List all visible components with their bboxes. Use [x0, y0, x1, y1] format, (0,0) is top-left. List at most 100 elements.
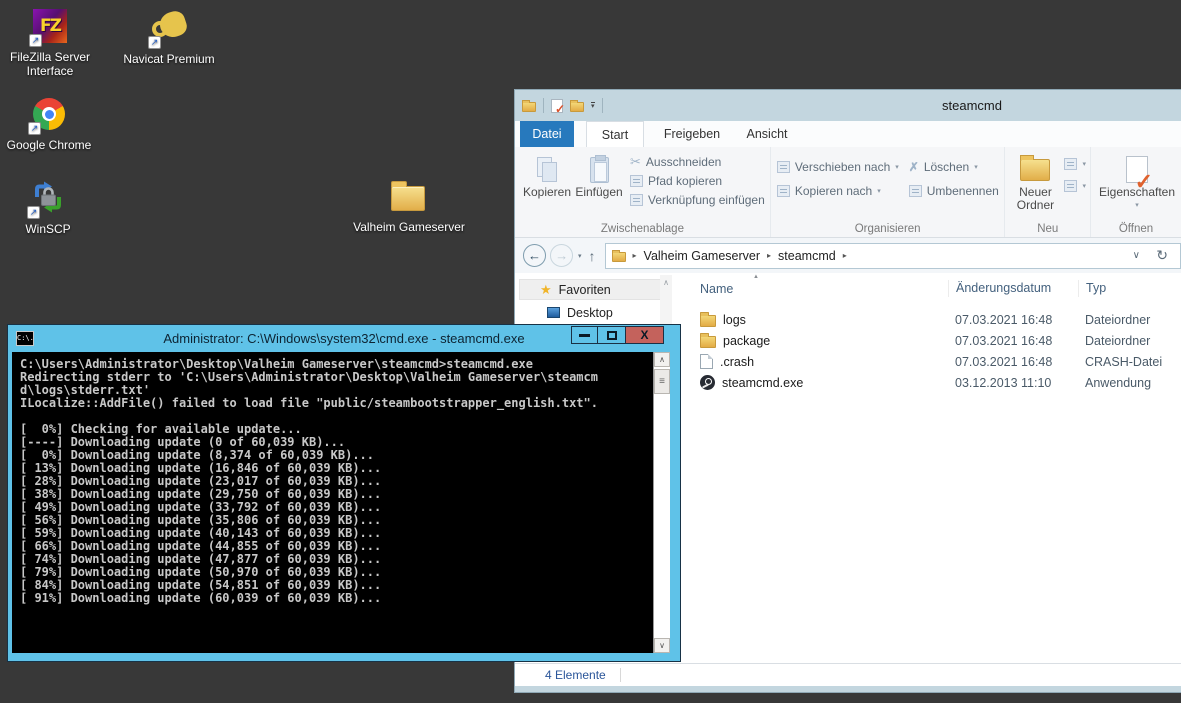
paste-shortcut-button[interactable]: Verknüpfung einfügen	[630, 192, 765, 208]
desktop-icon-chrome[interactable]: ↗ Google Chrome	[0, 96, 104, 152]
console: C:\Users\Administrator\Desktop\Valheim G…	[12, 352, 670, 653]
cut-button[interactable]: ✂ Ausschneiden	[630, 154, 765, 170]
file-list: ▲ Name Änderungsdatum Typ logs 07.03.202…	[673, 273, 1181, 663]
new-folder-icon[interactable]	[570, 102, 584, 112]
minimize-icon	[579, 334, 590, 337]
address-bar[interactable]: ▸ Valheim Gameserver ▸ steamcmd ▸ ∨ ↻	[605, 243, 1181, 269]
copy-to-button[interactable]: Kopieren nach ▾	[777, 183, 899, 199]
nav-item-favorites[interactable]: ★ Favoriten	[519, 279, 669, 300]
group-label-open: Öffnen	[1091, 223, 1181, 235]
desktop-icon-label: Google Chrome	[7, 138, 92, 152]
tab-ansicht[interactable]: Ansicht	[740, 121, 794, 147]
new-folder-icon	[1020, 159, 1050, 181]
nav-item-desktop[interactable]: Desktop	[515, 302, 673, 323]
steam-icon	[700, 375, 715, 390]
folder-icon	[700, 315, 716, 327]
window-title: steamcmd	[897, 98, 1047, 113]
column-header-name[interactable]: Name	[673, 282, 948, 296]
item-count: 4 Elemente	[545, 668, 606, 682]
console-text: C:\Users\Administrator\Desktop\Valheim G…	[12, 352, 670, 605]
column-headers: Name Änderungsdatum Typ	[673, 277, 1181, 300]
file-row-logs[interactable]: logs 07.03.2021 16:48 Dateiordner	[673, 309, 1181, 330]
back-button[interactable]: ←	[523, 244, 546, 267]
copy-path-button[interactable]: Pfad kopieren	[630, 173, 765, 189]
desktop-icon-winscp[interactable]: ↗ WinSCP	[0, 180, 103, 236]
delete-icon: ✗	[909, 160, 919, 174]
scrollbar-thumb[interactable]: ≡	[654, 369, 670, 394]
scroll-up-icon[interactable]: ∧	[654, 352, 670, 367]
column-header-date[interactable]: Änderungsdatum	[948, 280, 1078, 297]
forward-button[interactable]: ←	[550, 244, 573, 267]
dropdown-icon: ▾	[895, 163, 899, 171]
folder-icon	[612, 252, 626, 262]
rename-button[interactable]: Umbenennen	[909, 183, 999, 199]
status-bar: 4 Elemente	[515, 663, 1181, 686]
dropdown-icon: ▾	[974, 163, 978, 171]
quick-access-toolbar: ▾	[522, 98, 603, 113]
desktop-icon-filezilla[interactable]: FZ ↗ FileZilla Server Interface	[0, 8, 105, 78]
copy-icon	[537, 157, 557, 182]
ribbon-group-new: Neuer Ordner ▾ ▾ Neu	[1005, 147, 1091, 237]
desktop-icon-valheim-gameserver[interactable]: Valheim Gameserver	[344, 178, 474, 234]
tab-start[interactable]: Start	[586, 121, 644, 147]
ribbon-tabs: Datei Start Freigeben Ansicht	[515, 121, 1181, 147]
close-button[interactable]: X	[625, 326, 664, 344]
tab-datei[interactable]: Datei	[520, 121, 574, 147]
qat-dropdown-icon[interactable]: ▾	[591, 102, 595, 110]
properties-icon[interactable]	[551, 99, 563, 113]
breadcrumb-steamcmd[interactable]: steamcmd	[778, 249, 836, 263]
ribbon: Kopieren Einfügen ✂ Ausschneiden Pfad ko…	[515, 147, 1181, 238]
group-label-organize: Organisieren	[771, 223, 1005, 235]
refresh-icon[interactable]: ↻	[1156, 247, 1168, 264]
ribbon-group-clipboard: Kopieren Einfügen ✂ Ausschneiden Pfad ko…	[515, 147, 771, 237]
copy-button[interactable]: Kopieren	[521, 151, 573, 199]
file-row-steamcmd[interactable]: steamcmd.exe 03.12.2013 11:10 Anwendung	[673, 372, 1181, 393]
navicat-icon: ↗	[151, 10, 187, 46]
explorer-titlebar: ▾ steamcmd	[515, 90, 1181, 121]
file-icon	[700, 354, 713, 369]
shortcut-arrow-icon: ↗	[28, 122, 41, 135]
move-to-icon	[777, 161, 790, 173]
group-label-new: Neu	[1005, 223, 1090, 235]
paste-shortcut-icon	[630, 194, 643, 206]
console-scrollbar[interactable]: ∧ ≡ ∨	[653, 352, 670, 653]
folder-icon	[391, 178, 427, 214]
desktop-icon-navicat[interactable]: ↗ Navicat Premium	[114, 10, 224, 66]
folder-icon[interactable]	[522, 102, 536, 112]
file-row-crash[interactable]: .crash 07.03.2021 16:48 CRASH-Datei	[673, 351, 1181, 372]
folder-icon	[700, 336, 716, 348]
sort-ascending-icon[interactable]: ▲	[753, 274, 759, 280]
new-item-button[interactable]: ▾	[1064, 156, 1086, 172]
maximize-button[interactable]	[597, 326, 626, 344]
dropdown-icon: ▾	[1082, 160, 1086, 168]
scissors-icon: ✂	[630, 154, 641, 170]
copy-path-icon	[630, 175, 643, 187]
desktop-icon-label: Navicat Premium	[123, 52, 214, 66]
history-dropdown-icon[interactable]: ▾	[578, 252, 582, 260]
scroll-down-icon[interactable]: ∨	[654, 638, 670, 653]
properties-button[interactable]: Eigenschaften ▾	[1097, 151, 1177, 212]
up-button[interactable]: ↑	[589, 248, 596, 264]
column-header-type[interactable]: Typ	[1078, 280, 1181, 297]
ribbon-group-organize: Verschieben nach ▾ Kopieren nach ▾ ✗ Lös…	[771, 147, 1006, 237]
chrome-icon: ↗	[31, 96, 67, 132]
new-folder-button[interactable]: Neuer Ordner	[1011, 151, 1059, 212]
desktop-mini-icon	[547, 307, 560, 318]
shortcut-arrow-icon: ↗	[27, 206, 40, 219]
ribbon-group-open: Eigenschaften ▾ Öffnen	[1091, 147, 1181, 237]
shortcut-arrow-icon: ↗	[29, 34, 42, 47]
desktop-icon-label: FileZilla Server Interface	[0, 50, 105, 78]
move-to-button[interactable]: Verschieben nach ▾	[777, 159, 899, 175]
paste-button[interactable]: Einfügen	[573, 151, 625, 199]
breadcrumb-valheim[interactable]: Valheim Gameserver	[644, 249, 760, 263]
easy-access-button[interactable]: ▾	[1064, 178, 1086, 194]
paste-icon	[590, 157, 609, 183]
minimize-button[interactable]	[571, 326, 598, 344]
delete-button[interactable]: ✗ Löschen ▾	[909, 159, 999, 175]
cmd-titlebar: C:\. Administrator: C:\Windows\system32\…	[8, 325, 680, 352]
tab-freigeben[interactable]: Freigeben	[660, 121, 724, 147]
desktop: FZ ↗ FileZilla Server Interface ↗ Navica…	[0, 0, 1181, 703]
address-dropdown-icon[interactable]: ∨	[1133, 250, 1140, 261]
window-frame	[515, 686, 1181, 692]
file-row-package[interactable]: package 07.03.2021 16:48 Dateiordner	[673, 330, 1181, 351]
